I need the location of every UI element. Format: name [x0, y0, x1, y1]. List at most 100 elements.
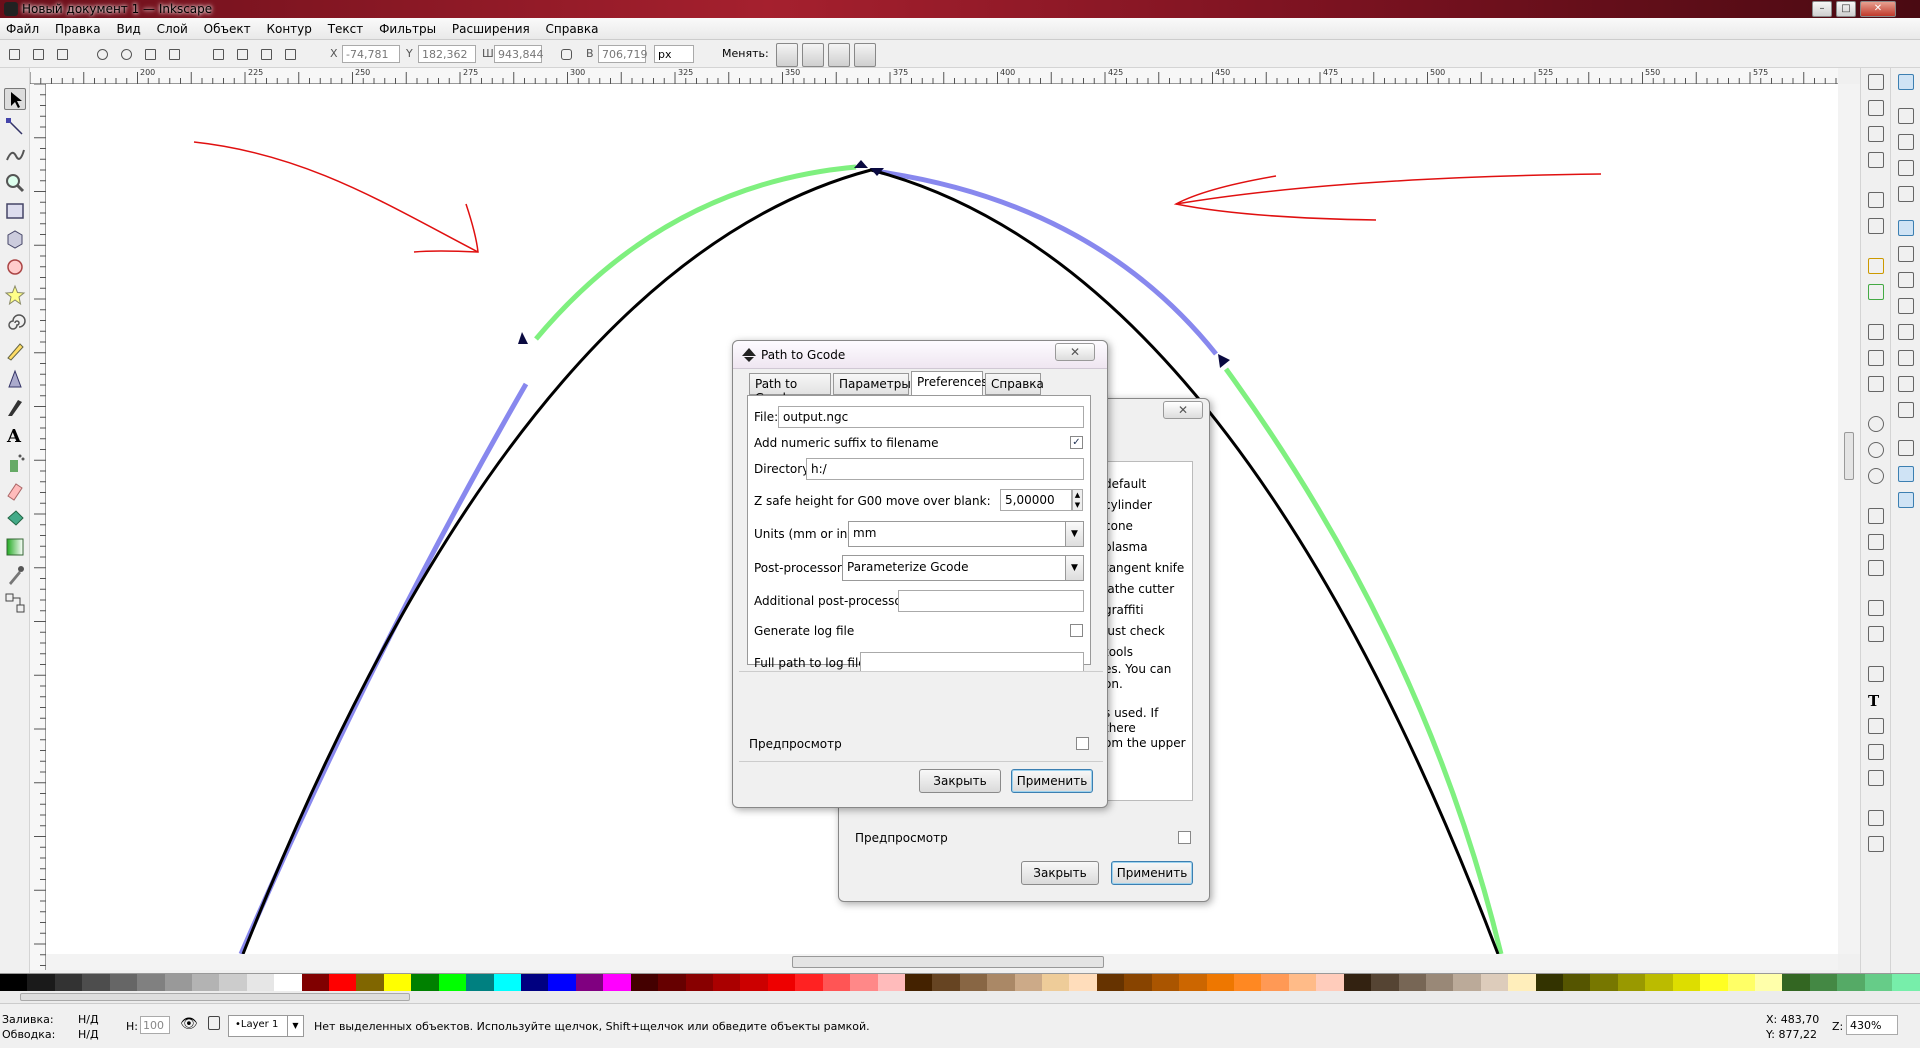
height-field[interactable]: 706,719	[598, 45, 648, 63]
color-swatch[interactable]	[411, 974, 439, 992]
color-swatch[interactable]	[164, 974, 192, 992]
lower-to-bottom-icon[interactable]	[208, 44, 228, 64]
menu-object[interactable]: Объект	[198, 18, 257, 36]
copy-icon[interactable]	[1868, 324, 1884, 340]
color-swatch[interactable]	[329, 974, 357, 992]
scale-stroke-toggle[interactable]	[776, 43, 798, 67]
color-swatch[interactable]	[1480, 974, 1509, 992]
color-swatch[interactable]	[27, 974, 55, 992]
menu-path[interactable]: Контур	[260, 18, 317, 36]
tweak-tool-icon[interactable]	[4, 144, 26, 166]
rotate-cw-icon[interactable]	[116, 44, 136, 64]
color-swatch[interactable]	[685, 974, 713, 992]
color-swatch[interactable]	[0, 974, 28, 992]
close-window-button[interactable]: ✕	[1860, 1, 1896, 17]
color-swatch[interactable]	[1727, 974, 1755, 992]
raise-icon[interactable]	[256, 44, 276, 64]
color-swatch[interactable]	[1425, 974, 1454, 992]
snap-midpoint-icon[interactable]	[1898, 350, 1914, 366]
list-item[interactable]: default	[1104, 474, 1192, 495]
menu-file[interactable]: Файл	[0, 18, 45, 36]
zoom-field[interactable]: 430%	[1846, 1015, 1898, 1035]
import-icon[interactable]	[1868, 192, 1884, 208]
3d-box-tool-icon[interactable]	[4, 228, 26, 250]
scroll-thumb[interactable]	[792, 956, 1104, 968]
menu-view[interactable]: Вид	[110, 18, 146, 36]
color-swatch[interactable]	[521, 974, 549, 992]
pencil-tool-icon[interactable]	[4, 340, 26, 362]
list-item[interactable]: lathe cutter	[1104, 579, 1192, 600]
stroke-value[interactable]: Н/Д	[78, 1028, 99, 1041]
horizontal-scrollbar[interactable]	[46, 954, 1838, 970]
color-swatch[interactable]	[1535, 974, 1564, 992]
vertical-scrollbar[interactable]	[1838, 84, 1860, 954]
scroll-thumb[interactable]	[1844, 432, 1854, 480]
transform-gradients-toggle[interactable]	[828, 43, 850, 67]
directory-input[interactable]: h:/	[806, 458, 1084, 480]
bucket-tool-icon[interactable]	[4, 508, 26, 530]
color-swatch[interactable]	[1316, 974, 1344, 992]
color-swatch[interactable]	[1508, 974, 1536, 992]
color-swatch[interactable]	[712, 974, 741, 992]
dialog-close-icon[interactable]: ✕	[1055, 343, 1095, 361]
back-dialog-close-icon[interactable]: ✕	[1163, 401, 1203, 419]
color-swatch[interactable]	[1864, 974, 1893, 992]
menu-filters[interactable]: Фильтры	[373, 18, 442, 36]
color-swatch[interactable]	[1672, 974, 1701, 992]
snap-smooth-icon[interactable]	[1898, 324, 1914, 340]
z-safe-spinner[interactable]: ▲ ▼	[1072, 489, 1083, 511]
ellipse-tool-icon[interactable]	[4, 256, 26, 278]
redo-icon[interactable]	[1868, 284, 1884, 300]
color-swatch[interactable]	[877, 974, 905, 992]
paste-icon[interactable]	[1868, 376, 1884, 392]
unlink-clone-icon[interactable]	[1868, 560, 1884, 576]
snap-bbox-icon[interactable]	[1898, 108, 1914, 124]
color-swatch[interactable]	[1398, 974, 1426, 992]
undo-icon[interactable]	[1868, 258, 1884, 274]
color-swatch[interactable]	[1179, 974, 1207, 992]
snap-bbox-edge-icon[interactable]	[1898, 134, 1914, 150]
spiral-tool-icon[interactable]	[4, 312, 26, 334]
duplicate-icon[interactable]	[1868, 508, 1884, 524]
calligraphy-tool-icon[interactable]	[4, 396, 26, 418]
color-swatch[interactable]	[548, 974, 576, 992]
generate-log-checkbox[interactable]	[1070, 624, 1083, 637]
color-swatch[interactable]	[137, 974, 165, 992]
transform-patterns-toggle[interactable]	[854, 43, 876, 67]
list-item[interactable]: graffiti	[1104, 600, 1192, 621]
snap-enable-icon[interactable]	[1898, 74, 1914, 90]
back-close-button[interactable]: Закрыть	[1021, 861, 1099, 885]
scale-corners-toggle[interactable]	[802, 43, 824, 67]
connector-tool-icon[interactable]	[4, 592, 26, 614]
color-swatch[interactable]	[1288, 974, 1317, 992]
color-swatch[interactable]	[466, 974, 494, 992]
new-document-icon[interactable]	[1868, 74, 1884, 90]
lower-icon[interactable]	[232, 44, 252, 64]
color-swatch[interactable]	[1700, 974, 1728, 992]
tab-parameters[interactable]: Параметры	[833, 373, 911, 395]
color-swatch[interactable]	[1069, 974, 1097, 992]
color-swatch[interactable]	[904, 974, 933, 992]
color-swatch[interactable]	[575, 974, 604, 992]
color-swatch[interactable]	[987, 974, 1015, 992]
menu-layer[interactable]: Слой	[151, 18, 194, 36]
zoom-page-icon[interactable]	[1868, 468, 1884, 484]
zoom-selection-icon[interactable]	[1868, 416, 1884, 432]
color-swatch[interactable]	[383, 974, 412, 992]
y-field[interactable]: 182,362	[418, 45, 476, 63]
lock-icon[interactable]	[556, 44, 576, 64]
scroll-thumb[interactable]	[20, 993, 410, 1001]
snap-bbox-corner-icon[interactable]	[1898, 160, 1914, 176]
color-swatch[interactable]	[932, 974, 960, 992]
unit-select[interactable]: px	[654, 45, 694, 63]
width-field[interactable]: 943,844	[494, 45, 544, 63]
minimize-button[interactable]: –	[1812, 1, 1832, 17]
color-swatch[interactable]	[109, 974, 138, 992]
color-swatch[interactable]	[822, 974, 851, 992]
units-select[interactable]: mm ▼	[848, 521, 1084, 547]
text-tool-icon[interactable]: A	[4, 424, 26, 447]
menu-edit[interactable]: Правка	[49, 18, 107, 36]
fill-stroke-icon[interactable]	[1868, 666, 1884, 682]
color-swatch[interactable]	[767, 974, 796, 992]
post-processor-select[interactable]: Parameterize Gcode ▼	[842, 555, 1084, 581]
